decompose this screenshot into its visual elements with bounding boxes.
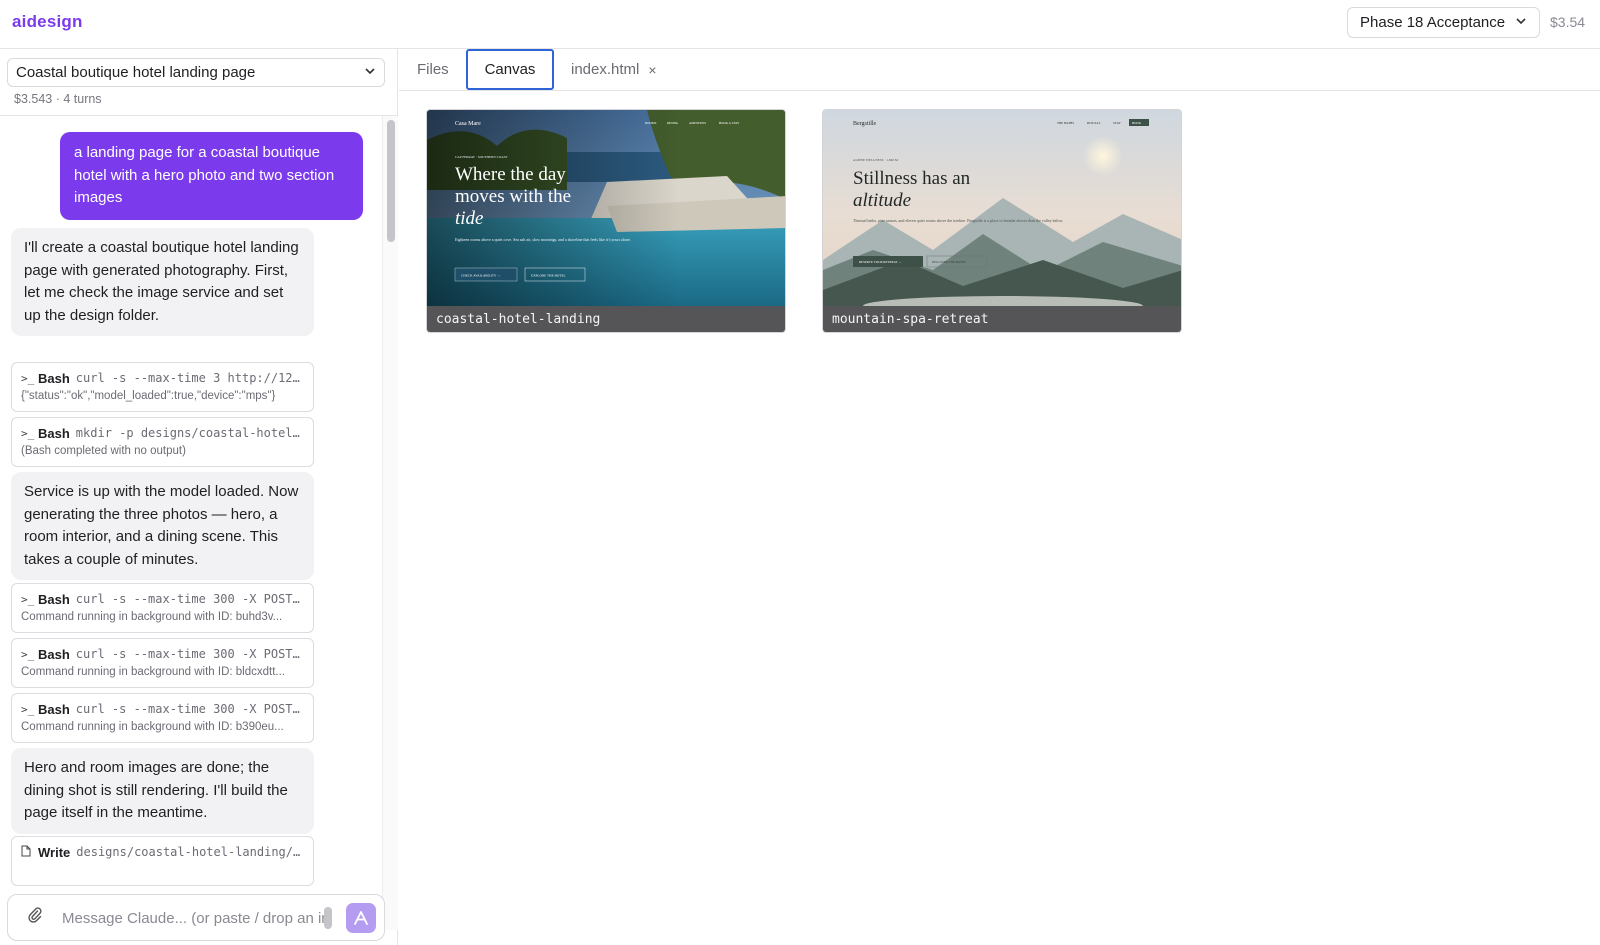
thumb-eyebrow: CAP FERRAT · SOUTHERN COAST: [455, 155, 509, 159]
thumb-cta-primary: CHECK AVAILABILITY →: [461, 274, 501, 278]
tool-call-card[interactable]: >_ Bash mkdir -p designs/coastal-hotel-l…: [11, 417, 314, 467]
top-bar: aidesign Phase 18 Acceptance $3.54: [0, 0, 1600, 49]
tool-output: Command running in background with ID: b…: [21, 611, 283, 623]
tool-output: Command running in background with ID: b…: [21, 666, 285, 678]
user-message: a landing page for a coastal boutique ho…: [60, 132, 363, 220]
total-cost: $3.54: [1550, 14, 1586, 30]
tool-name: Bash: [38, 591, 70, 607]
message-composer: [7, 894, 385, 941]
thumb-headline: altitude: [853, 190, 911, 211]
tool-name: Bash: [38, 370, 70, 386]
send-button[interactable]: [346, 903, 376, 933]
thumb-cta-primary: RESERVE YOUR RETREAT →: [859, 260, 901, 264]
thumb-cta-secondary: DISCOVER THE BATHS: [932, 260, 966, 264]
thumb-nav-cta: BOOK: [1132, 121, 1142, 125]
tool-name: Bash: [38, 646, 70, 662]
thumb-nav-item: RITUALS: [1087, 121, 1101, 125]
terminal-icon: >_: [21, 592, 35, 606]
chat-scrollbar[interactable]: [382, 116, 398, 930]
thumb-cta-secondary: EXPLORE THE HOTEL: [531, 274, 566, 278]
thumb-nav-item: AMENITIES: [689, 121, 706, 125]
brand-logo[interactable]: aidesign: [12, 12, 83, 32]
tool-output: {"status":"ok","model_loaded":true,"devi…: [21, 390, 276, 402]
tool-name: Bash: [38, 701, 70, 717]
chevron-down-icon: [1515, 14, 1527, 31]
tool-command: curl -s --max-time 3 http://127.0.0.1:87…: [75, 371, 304, 385]
composer-scrollbar[interactable]: [324, 907, 332, 929]
tool-command: curl -s --max-time 300 -X POST http://12…: [75, 592, 304, 606]
project-select-value: Phase 18 Acceptance: [1360, 14, 1506, 31]
thumb-headline: tide: [455, 208, 484, 229]
assistant-message: I'll create a coastal boutique hotel lan…: [11, 228, 314, 336]
thumb-headline: moves with the: [455, 186, 571, 207]
thumb-headline: Where the day: [455, 164, 566, 185]
tool-name: Write: [38, 844, 71, 860]
chat-scrollbar-thumb[interactable]: [387, 120, 395, 242]
design-thumbnail: Casa Mare ROOMS DINING AMENITIES BOOK A …: [427, 110, 785, 306]
tab-index-label: index.html: [571, 61, 640, 78]
tool-call-card[interactable]: Write designs/coastal-hotel-landing/inde…: [11, 836, 314, 886]
tool-name: Bash: [38, 425, 70, 441]
design-card-coastal[interactable]: Casa Mare ROOMS DINING AMENITIES BOOK A …: [426, 109, 786, 333]
tool-call-card[interactable]: >_ Bash curl -s --max-time 3 http://127.…: [11, 362, 314, 412]
terminal-icon: >_: [21, 371, 35, 385]
thumb-nav-item: DINING: [667, 121, 679, 125]
thumb-nav-item: THE BATHS: [1057, 121, 1074, 125]
canvas-area: Casa Mare ROOMS DINING AMENITIES BOOK A …: [399, 91, 1600, 945]
chat-transcript: a landing page for a coastal boutique ho…: [0, 116, 382, 930]
tab-index-html[interactable]: index.html ×: [571, 49, 657, 90]
terminal-icon: >_: [21, 647, 35, 661]
terminal-icon: >_: [21, 702, 35, 716]
session-title: Coastal boutique hotel landing page: [16, 64, 256, 81]
thumb-logo: Casa Mare: [455, 121, 481, 127]
terminal-icon: >_: [21, 426, 35, 440]
design-thumbnail: Bergstille THE BATHS RITUALS STAY BOOK A…: [823, 110, 1181, 306]
close-icon[interactable]: ×: [648, 62, 656, 78]
thumb-nav-item: BOOK A STAY: [719, 121, 740, 125]
tab-files[interactable]: Files: [417, 49, 449, 90]
tool-command: curl -s --max-time 300 -X POST http://12…: [75, 702, 304, 716]
session-meta: $3.543 · 4 turns: [14, 92, 102, 106]
tool-call-card[interactable]: >_ Bash curl -s --max-time 300 -X POST h…: [11, 638, 314, 688]
thumb-nav-item: ROOMS: [645, 121, 657, 125]
message-input[interactable]: [62, 905, 324, 931]
chat-panel: Coastal boutique hotel landing page $3.5…: [0, 49, 398, 945]
tool-command: curl -s --max-time 300 -X POST http://12…: [75, 647, 304, 661]
assistant-message: Hero and room images are done; the dinin…: [11, 748, 314, 834]
tool-command: mkdir -p designs/coastal-hotel-landing: [75, 426, 304, 440]
thumb-nav-item: STAY: [1113, 121, 1121, 125]
design-card-label: mountain-spa-retreat: [823, 306, 1181, 332]
chevron-down-icon: [364, 64, 376, 81]
tool-call-card[interactable]: >_ Bash curl -s --max-time 300 -X POST h…: [11, 583, 314, 633]
thumb-logo: Bergstille: [853, 121, 877, 127]
tab-canvas[interactable]: Canvas: [466, 49, 554, 90]
tab-bar: Files Canvas index.html ×: [399, 49, 1600, 91]
assistant-message: Service is up with the model loaded. Now…: [11, 472, 314, 580]
session-select[interactable]: Coastal boutique hotel landing page: [7, 58, 385, 87]
tool-call-card[interactable]: >_ Bash curl -s --max-time 300 -X POST h…: [11, 693, 314, 743]
tool-output: Command running in background with ID: b…: [21, 721, 284, 733]
design-card-mountain[interactable]: Bergstille THE BATHS RITUALS STAY BOOK A…: [822, 109, 1182, 333]
paperclip-icon[interactable]: [28, 907, 42, 928]
thumb-headline: Stillness has an: [853, 168, 971, 189]
design-card-label: coastal-hotel-landing: [427, 306, 785, 332]
file-icon: [21, 845, 38, 860]
project-select[interactable]: Phase 18 Acceptance: [1347, 7, 1540, 38]
tool-output: (Bash completed with no output): [21, 445, 186, 457]
send-icon: [354, 911, 368, 925]
tool-command: designs/coastal-hotel-landing/index.html: [76, 845, 304, 859]
